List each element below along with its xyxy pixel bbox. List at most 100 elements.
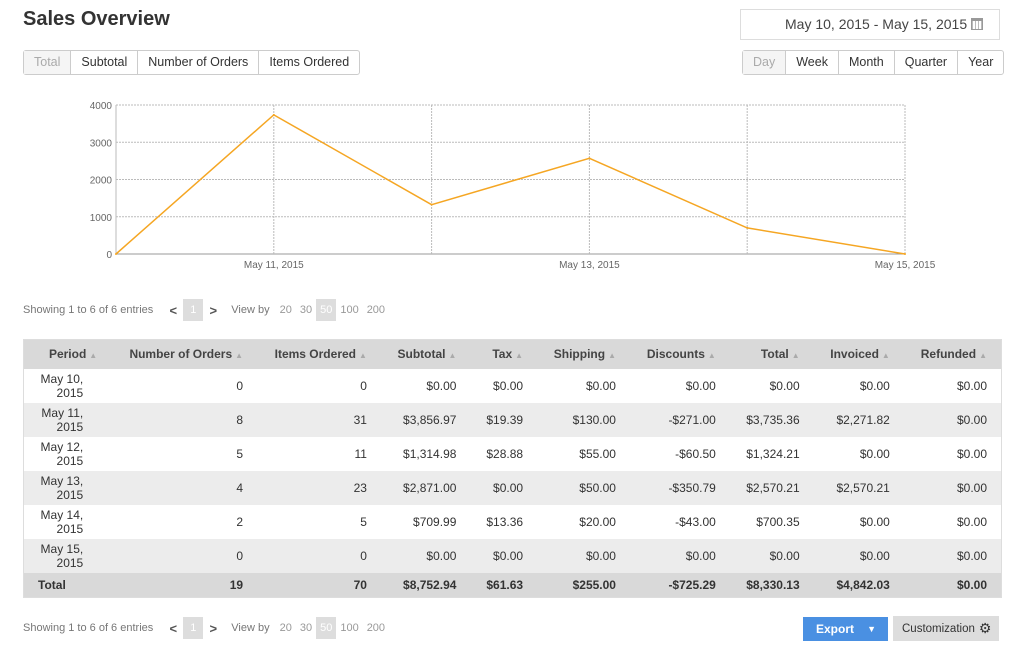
- chevron-left-icon[interactable]: <: [167, 621, 179, 636]
- chevron-right-icon[interactable]: >: [207, 303, 219, 318]
- table-cell: 5: [257, 504, 381, 539]
- table-cell: -$60.50: [629, 436, 730, 471]
- period-cell: May 11, 2015: [23, 402, 112, 437]
- sort-icon[interactable]: ▲: [235, 351, 243, 360]
- sort-icon[interactable]: ▲: [449, 351, 457, 360]
- table-row: May 15, 2015 0 0 $0.00 $0.00 $0.00 $0.00 $0.00 $0…: [23, 538, 1002, 573]
- column-header-items-ordered[interactable]: Items Ordered ▲: [257, 339, 381, 369]
- view-by-option-20[interactable]: 20: [276, 299, 296, 321]
- period-tab-quarter[interactable]: Quarter: [893, 51, 957, 74]
- totals-cell: $255.00: [537, 572, 630, 598]
- column-header-label: Total: [760, 347, 789, 362]
- current-page[interactable]: 1: [183, 299, 204, 321]
- period-cell: May 15, 2015: [23, 538, 112, 573]
- tab-number-of-orders[interactable]: Number of Orders: [137, 51, 258, 74]
- chevron-left-icon[interactable]: <: [167, 303, 179, 318]
- period-cell: May 14, 2015: [23, 504, 112, 539]
- sort-icon[interactable]: ▲: [89, 351, 97, 360]
- view-by-option-200[interactable]: 200: [363, 617, 389, 639]
- column-header-period[interactable]: Period ▲: [23, 339, 112, 369]
- column-header-number-of-orders[interactable]: Number of Orders ▲: [111, 339, 258, 369]
- column-header-invoiced[interactable]: Invoiced ▲: [813, 339, 904, 369]
- pager-bottom: Showing 1 to 6 of 6 entries <1 > View by 20 3…: [23, 617, 389, 639]
- sort-icon[interactable]: ▲: [792, 351, 800, 360]
- y-tick-label: 0: [106, 250, 112, 261]
- x-tick-label: May 15, 2015: [875, 260, 936, 271]
- column-header-shipping[interactable]: Shipping ▲: [537, 339, 630, 369]
- page-title: Sales Overview: [23, 8, 170, 30]
- period-line: 2015: [56, 521, 84, 536]
- view-by-option-100[interactable]: 100: [336, 299, 362, 321]
- sort-icon[interactable]: ▲: [882, 351, 890, 360]
- sales-report-table: Period ▲ Number of Orders ▲ Items Ordered ▲ Su…: [23, 339, 1002, 598]
- table-cell: $0.00: [903, 538, 1002, 573]
- period-line: May 15,: [40, 541, 84, 556]
- table-cell: $2,271.82: [813, 402, 904, 437]
- view-by-option-30[interactable]: 30: [296, 617, 316, 639]
- view-by-option-200[interactable]: 200: [363, 299, 389, 321]
- table-cell: -$43.00: [629, 504, 730, 539]
- view-by-option-50[interactable]: 50: [316, 299, 337, 321]
- period-line: May 11,: [41, 405, 84, 420]
- table-cell: $0.00: [470, 368, 538, 403]
- data-point: [272, 113, 275, 116]
- column-header-discounts[interactable]: Discounts ▲: [629, 339, 730, 369]
- table-cell: $130.00: [537, 402, 630, 437]
- column-header-tax[interactable]: Tax ▲: [470, 339, 538, 369]
- table-cell: $0.00: [903, 504, 1002, 539]
- period-tab-year[interactable]: Year: [957, 51, 1003, 74]
- table-cell: 0: [111, 368, 258, 403]
- view-by-option-100[interactable]: 100: [336, 617, 362, 639]
- sort-icon[interactable]: ▲: [708, 351, 716, 360]
- table-cell: $13.36: [470, 504, 538, 539]
- totals-cell: 19: [111, 572, 258, 598]
- table-cell: 5: [111, 436, 258, 471]
- date-range-picker[interactable]: May 10, 2015 - May 15, 2015: [740, 9, 1000, 40]
- table-cell: -$350.79: [629, 470, 730, 505]
- period-tab-month[interactable]: Month: [837, 51, 894, 74]
- calendar-icon[interactable]: [971, 18, 983, 30]
- table-cell: $3,856.97: [380, 402, 471, 437]
- y-tick-label: 3000: [90, 138, 113, 149]
- table-cell: $0.00: [729, 368, 814, 403]
- table-cell: -$271.00: [629, 402, 730, 437]
- period-line: May 12,: [40, 439, 84, 454]
- period-tab-day[interactable]: Day: [743, 51, 786, 74]
- sort-icon[interactable]: ▲: [608, 351, 616, 360]
- table-cell: $3,735.36: [729, 402, 814, 437]
- period-line: 2015: [56, 487, 84, 502]
- view-by-option-50[interactable]: 50: [316, 617, 337, 639]
- column-header-total[interactable]: Total ▲: [729, 339, 814, 369]
- chevron-right-icon[interactable]: >: [207, 621, 219, 636]
- sort-icon[interactable]: ▲: [515, 351, 523, 360]
- tab-total[interactable]: Total: [24, 51, 71, 74]
- current-page[interactable]: 1: [183, 617, 204, 639]
- column-header-refunded[interactable]: Refunded ▲: [903, 339, 1002, 369]
- table-cell: $0.00: [629, 538, 730, 573]
- table-cell: $0.00: [470, 538, 538, 573]
- entries-info: Showing 1 to 6 of 6 entries: [23, 622, 154, 634]
- column-header-label: Period: [48, 347, 87, 362]
- period-cell: May 10, 2015: [23, 368, 112, 403]
- sort-icon[interactable]: ▲: [979, 351, 987, 360]
- data-point: [904, 253, 906, 255]
- column-header-subtotal[interactable]: Subtotal ▲: [380, 339, 471, 369]
- table-cell: $2,570.21: [813, 470, 904, 505]
- tab-items-ordered[interactable]: Items Ordered: [258, 51, 359, 74]
- export-button[interactable]: Export ▼: [803, 617, 888, 641]
- customization-button[interactable]: Customization ⚙: [893, 616, 999, 641]
- table-cell: 8: [111, 402, 258, 437]
- period-line: 2015: [56, 453, 84, 468]
- customization-label: Customization: [902, 622, 975, 635]
- table-cell: 4: [111, 470, 258, 505]
- table-cell: $0.00: [903, 368, 1002, 403]
- caret-down-icon[interactable]: ▼: [867, 624, 876, 634]
- sort-icon[interactable]: ▲: [359, 351, 367, 360]
- view-by-option-20[interactable]: 20: [276, 617, 296, 639]
- data-point: [588, 157, 591, 160]
- tab-subtotal[interactable]: Subtotal: [70, 51, 137, 74]
- table-cell: $0.00: [380, 368, 471, 403]
- view-by-option-30[interactable]: 30: [296, 299, 316, 321]
- period-tab-week[interactable]: Week: [785, 51, 838, 74]
- table-cell: $0.00: [629, 368, 730, 403]
